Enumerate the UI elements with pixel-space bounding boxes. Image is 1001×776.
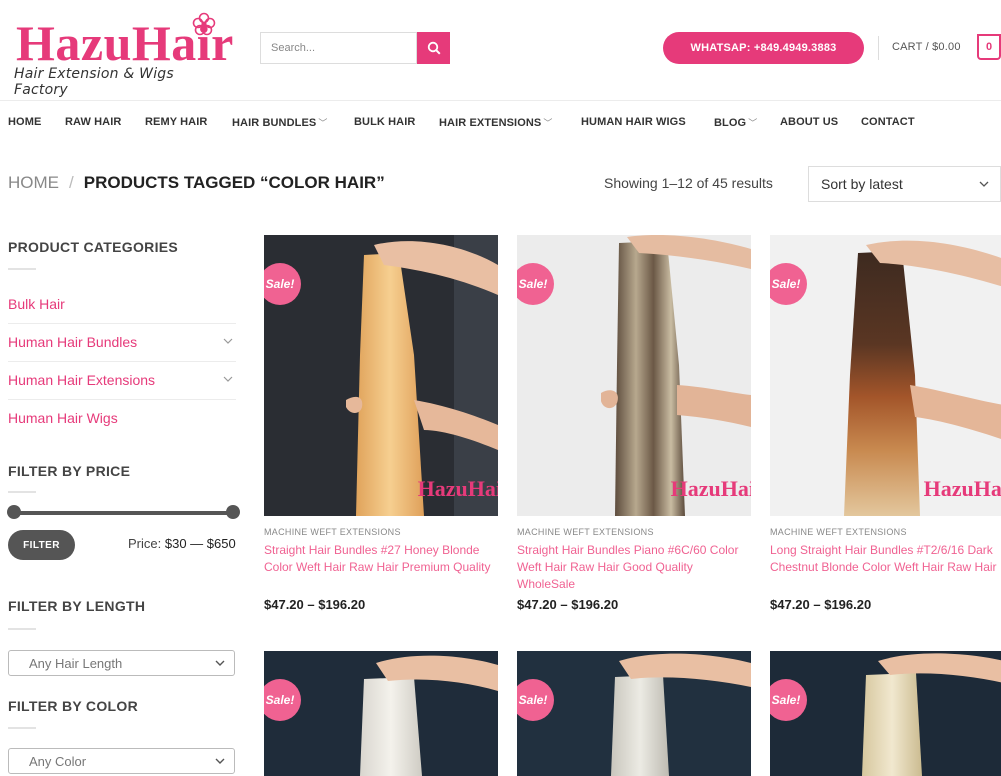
product-image[interactable]: Sale! HazuHai bbox=[770, 235, 1001, 516]
nav-item-bulk-hair[interactable]: BULK HAIR bbox=[354, 116, 415, 128]
breadcrumb: HOME / PRODUCTS TAGGED “COLOR HAIR” bbox=[8, 173, 385, 193]
breadcrumb-separator: / bbox=[69, 173, 74, 192]
search-input[interactable] bbox=[260, 32, 417, 64]
chevron-down-icon bbox=[979, 181, 989, 187]
price-label: Price: bbox=[128, 536, 162, 551]
main-nav: HOME RAW HAIR REMY HAIR HAIR BUNDLES ﹀ BU… bbox=[0, 101, 1001, 143]
cart-link[interactable]: CART / $0.00 bbox=[892, 41, 961, 53]
nav-item-home[interactable]: HOME bbox=[8, 116, 41, 128]
search-icon bbox=[427, 41, 441, 55]
nav-item-about-us[interactable]: ABOUT US bbox=[780, 116, 838, 128]
nav-item-hair-bundles[interactable]: HAIR BUNDLES ﹀ bbox=[232, 116, 327, 129]
hair-color-select[interactable]: Any Color bbox=[8, 748, 235, 774]
result-count: Showing 1–12 of 45 results bbox=[604, 175, 773, 191]
price-slider-track[interactable] bbox=[14, 511, 234, 515]
chevron-down-icon[interactable] bbox=[222, 374, 234, 384]
hair-length-value: Any Hair Length bbox=[29, 655, 123, 671]
price-slider-max-handle[interactable] bbox=[226, 505, 240, 519]
price-range-value: $30 — $650 bbox=[164, 536, 236, 551]
nav-label: HOME bbox=[8, 116, 42, 128]
nav-item-blog[interactable]: BLOG ﹀ bbox=[714, 116, 757, 129]
nav-item-hair-extensions[interactable]: HAIR EXTENSIONS ﹀ bbox=[439, 116, 552, 129]
nav-label: BLOG bbox=[714, 117, 747, 129]
logo-tagline: Hair Extension & Wigs Factory bbox=[14, 66, 174, 98]
product-category[interactable]: MACHINE WEFT EXTENSIONS bbox=[770, 527, 907, 537]
product-category[interactable]: MACHINE WEFT EXTENSIONS bbox=[264, 527, 401, 537]
heading-rule bbox=[8, 727, 36, 729]
price-slider-min-handle[interactable] bbox=[7, 505, 21, 519]
nav-item-raw-hair[interactable]: RAW HAIR bbox=[65, 116, 121, 128]
nav-label: CONTACT bbox=[861, 116, 915, 128]
image-watermark: HazuHai bbox=[417, 476, 498, 501]
nav-label: RAW HAIR bbox=[65, 116, 122, 128]
chevron-down-icon bbox=[215, 660, 225, 666]
category-item-human-hair-wigs[interactable]: Human Hair Wigs bbox=[8, 400, 236, 438]
nav-label: HAIR BUNDLES bbox=[232, 117, 317, 129]
site-logo[interactable]: HazuHair Hair Extension & Wigs Factory bbox=[8, 10, 233, 98]
category-label: Human Hair Bundles bbox=[8, 334, 138, 350]
hair-photo bbox=[770, 651, 1001, 776]
product-image[interactable]: Sale! HazuHai bbox=[517, 235, 751, 516]
site-header: HazuHair Hair Extension & Wigs Factory W… bbox=[0, 0, 1001, 100]
color-filter-heading: FILTER BY COLOR bbox=[8, 698, 138, 714]
hair-photo bbox=[517, 651, 751, 776]
nav-item-human-hair-wigs[interactable]: HUMAN HAIR WIGS bbox=[581, 116, 686, 128]
length-filter-heading: FILTER BY LENGTH bbox=[8, 598, 146, 614]
heading-rule bbox=[8, 491, 36, 493]
product-price: $47.20 – $196.20 bbox=[770, 597, 872, 612]
product-image[interactable]: Sale! bbox=[264, 651, 498, 776]
nav-label: REMY HAIR bbox=[145, 116, 208, 128]
category-label: Human Hair Extensions bbox=[8, 372, 156, 388]
price-range-text: Price: $30 — $650 bbox=[128, 536, 236, 551]
product-price: $47.20 – $196.20 bbox=[264, 597, 366, 612]
hair-length-select[interactable]: Any Hair Length bbox=[8, 650, 235, 676]
flower-icon bbox=[192, 12, 216, 36]
price-filter-heading: FILTER BY PRICE bbox=[8, 463, 131, 479]
filter-button[interactable]: FILTER bbox=[8, 530, 75, 560]
nav-label: BULK HAIR bbox=[354, 116, 416, 128]
header-divider bbox=[878, 36, 879, 60]
product-price: $47.20 – $196.20 bbox=[517, 597, 619, 612]
chevron-down-icon: ﹀ bbox=[543, 118, 553, 128]
nav-item-contact[interactable]: CONTACT bbox=[861, 116, 915, 128]
category-label: Bulk Hair bbox=[8, 296, 65, 312]
nav-label: ABOUT US bbox=[780, 116, 839, 128]
chevron-down-icon bbox=[215, 758, 225, 764]
product-image[interactable]: Sale! bbox=[517, 651, 751, 776]
heading-rule bbox=[8, 268, 36, 270]
product-category[interactable]: MACHINE WEFT EXTENSIONS bbox=[517, 527, 654, 537]
hair-color-value: Any Color bbox=[29, 753, 87, 769]
search-form bbox=[260, 32, 450, 64]
nav-item-remy-hair[interactable]: REMY HAIR bbox=[145, 116, 207, 128]
image-watermark: HazuHai bbox=[670, 476, 751, 501]
product-title[interactable]: Long Straight Hair Bundles #T2/6/16 Dark… bbox=[770, 542, 1001, 576]
category-label: Human Hair Wigs bbox=[8, 410, 118, 426]
page-title: PRODUCTS TAGGED “COLOR HAIR” bbox=[83, 173, 385, 192]
heading-rule bbox=[8, 628, 36, 630]
categories-heading: PRODUCT CATEGORIES bbox=[8, 239, 179, 255]
whatsapp-button[interactable]: WHATSAP: +849.4949.3883 bbox=[663, 32, 864, 64]
category-item-bulk-hair[interactable]: Bulk Hair bbox=[8, 286, 236, 324]
sort-select[interactable]: Sort by latest bbox=[808, 166, 1001, 202]
product-title[interactable]: Straight Hair Bundles Piano #6C/60 Color… bbox=[517, 542, 749, 593]
nav-label: HUMAN HAIR WIGS bbox=[581, 116, 686, 128]
image-watermark: HazuHai bbox=[923, 476, 1001, 501]
hair-photo bbox=[264, 651, 498, 776]
sort-selected-value: Sort by latest bbox=[821, 176, 903, 192]
cart-count-badge[interactable]: 0 bbox=[977, 34, 1001, 60]
product-image[interactable]: Sale! HazuHai bbox=[264, 235, 498, 516]
chevron-down-icon: ﹀ bbox=[748, 118, 758, 128]
chevron-down-icon[interactable] bbox=[222, 336, 234, 346]
search-button[interactable] bbox=[417, 32, 450, 64]
chevron-down-icon: ﹀ bbox=[318, 118, 328, 128]
category-item-human-hair-extensions[interactable]: Human Hair Extensions bbox=[8, 362, 236, 400]
nav-label: HAIR EXTENSIONS bbox=[439, 117, 542, 129]
breadcrumb-home-link[interactable]: HOME bbox=[8, 173, 59, 192]
category-item-human-hair-bundles[interactable]: Human Hair Bundles bbox=[8, 324, 236, 362]
product-image[interactable]: Sale! bbox=[770, 651, 1001, 776]
product-title[interactable]: Straight Hair Bundles #27 Honey Blonde C… bbox=[264, 542, 496, 576]
